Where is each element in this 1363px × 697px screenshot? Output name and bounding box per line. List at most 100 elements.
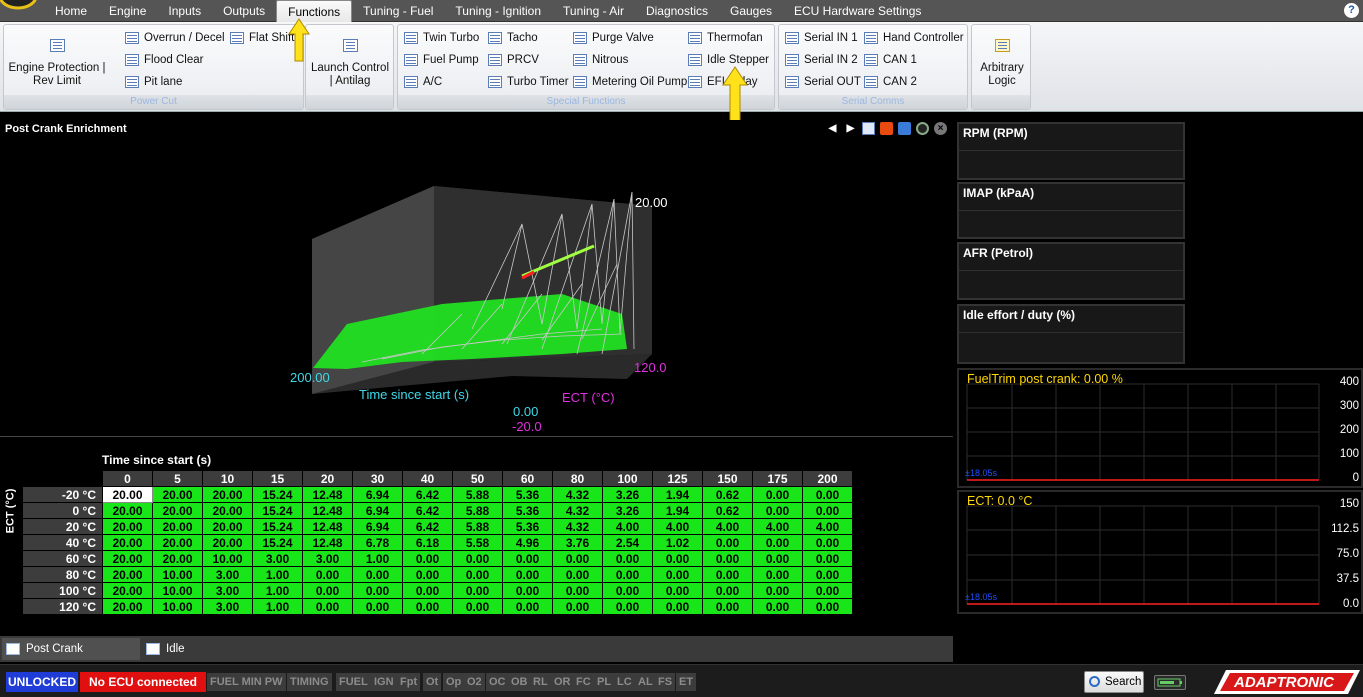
table-cell[interactable]: 20.00 [152, 534, 203, 551]
table-cell[interactable]: 20.00 [152, 502, 203, 519]
table-column-header[interactable]: 60 [502, 470, 553, 487]
table-cell[interactable]: 10.00 [152, 598, 203, 615]
previous-arrow-icon[interactable]: ◀ [826, 122, 839, 135]
table-row-header[interactable]: 40 °C [22, 534, 103, 551]
tab-idle[interactable]: Idle [142, 638, 197, 660]
flood-clear-button[interactable]: Flood Clear [125, 54, 203, 66]
table-cell[interactable]: 0.00 [552, 582, 603, 599]
save-icon[interactable] [898, 122, 911, 135]
table-cell[interactable]: 0.62 [702, 486, 753, 503]
table-cell[interactable]: 0.00 [802, 582, 853, 599]
table-cell[interactable]: 6.78 [352, 534, 403, 551]
table-cell[interactable]: 0.00 [702, 582, 753, 599]
menu-item-diagnostics[interactable]: Diagnostics [635, 0, 719, 22]
table-column-header[interactable]: 10 [202, 470, 253, 487]
table-cell[interactable]: 0.00 [352, 566, 403, 583]
table-cell[interactable]: 0.00 [502, 598, 553, 615]
gauge-afr[interactable]: AFR (Petrol) [957, 242, 1185, 300]
table-cell[interactable]: 0.00 [802, 566, 853, 583]
table-cell[interactable]: 5.88 [452, 502, 503, 519]
table-cell[interactable]: 0.00 [702, 550, 753, 567]
purge-valve-button[interactable]: Purge Valve [573, 32, 654, 44]
next-arrow-icon[interactable]: ▶ [844, 122, 857, 135]
table-cell[interactable]: 0.00 [802, 550, 853, 567]
table-cell[interactable]: 0.00 [752, 566, 803, 583]
table-cell[interactable]: 20.00 [102, 486, 153, 503]
table-cell[interactable]: 6.42 [402, 486, 453, 503]
table-cell[interactable]: 3.00 [202, 566, 253, 583]
can-1-button[interactable]: CAN 1 [864, 54, 917, 66]
table-cell[interactable]: 0.00 [402, 582, 453, 599]
table-row-header[interactable]: 20 °C [22, 518, 103, 535]
table-column-header[interactable]: 100 [602, 470, 653, 487]
menu-item-gauges[interactable]: Gauges [719, 0, 783, 22]
table-cell[interactable]: 3.76 [552, 534, 603, 551]
table-cell[interactable]: 0.00 [402, 566, 453, 583]
table-cell[interactable]: 5.88 [452, 518, 503, 535]
menu-item-tuning-ignition[interactable]: Tuning - Ignition [444, 0, 552, 22]
table-cell[interactable]: 0.00 [752, 502, 803, 519]
thermofan-button[interactable]: Thermofan [688, 32, 763, 44]
table-cell[interactable]: 6.94 [352, 486, 403, 503]
table-row-header[interactable]: 100 °C [22, 582, 103, 599]
prcv-button[interactable]: PRCV [488, 54, 539, 66]
table-cell[interactable]: 3.26 [602, 502, 653, 519]
table-column-header[interactable]: 50 [452, 470, 503, 487]
table-cell[interactable]: 0.00 [302, 598, 353, 615]
menu-item-engine[interactable]: Engine [98, 0, 157, 22]
table-column-header[interactable]: 40 [402, 470, 453, 487]
lock-status-badge[interactable]: UNLOCKED [6, 672, 78, 692]
table-cell[interactable]: 3.26 [602, 486, 653, 503]
table-column-header[interactable]: 150 [702, 470, 753, 487]
table-cell[interactable]: 0.00 [752, 598, 803, 615]
table-cell[interactable]: 0.00 [552, 598, 603, 615]
table-cell[interactable]: 0.00 [752, 534, 803, 551]
table-cell[interactable]: 2.54 [602, 534, 653, 551]
table-cell[interactable]: 3.00 [302, 550, 353, 567]
app-logo-icon[interactable] [0, 0, 40, 14]
table-cell[interactable]: 5.58 [452, 534, 503, 551]
tacho-button[interactable]: Tacho [488, 32, 538, 44]
trend-fueltrim[interactable]: FuelTrim post crank: 0.00 % 400 300 200 … [957, 368, 1363, 488]
table-cell[interactable]: 0.00 [702, 566, 753, 583]
table-cell[interactable]: 20.00 [102, 582, 153, 599]
table-cell[interactable]: 0.00 [502, 582, 553, 599]
table-cell[interactable]: 0.00 [702, 534, 753, 551]
table-cell[interactable]: 20.00 [102, 534, 153, 551]
table-cell[interactable]: 20.00 [102, 598, 153, 615]
table-cell[interactable]: 1.94 [652, 502, 703, 519]
table-cell[interactable]: 4.32 [552, 502, 603, 519]
gauge-icon[interactable] [916, 122, 929, 135]
table-cell[interactable]: 6.42 [402, 502, 453, 519]
table-cell[interactable]: 20.00 [102, 566, 153, 583]
gauge-idle-effort[interactable]: Idle effort / duty (%) [957, 304, 1185, 364]
table-cell[interactable]: 15.24 [252, 486, 303, 503]
serial-in-2-button[interactable]: Serial IN 2 [785, 54, 858, 66]
table-cell[interactable]: 20.00 [102, 518, 153, 535]
fuel-pump-button[interactable]: Fuel Pump [404, 54, 479, 66]
table-cell[interactable]: 20.00 [152, 486, 203, 503]
table-cell[interactable]: 1.94 [652, 486, 703, 503]
gauge-rpm[interactable]: RPM (RPM) [957, 122, 1185, 180]
pit-lane-button[interactable]: Pit lane [125, 76, 182, 88]
table-cell[interactable]: 1.00 [352, 550, 403, 567]
table-cell[interactable]: 0.00 [352, 598, 403, 615]
table-column-header[interactable]: 30 [352, 470, 403, 487]
table-cell[interactable]: 0.00 [802, 598, 853, 615]
trend-ect[interactable]: ECT: 0.0 °C 150 112.5 75.0 37.5 0.0 ±18.… [957, 490, 1363, 614]
table-row-header[interactable]: -20 °C [22, 486, 103, 503]
serial-out-button[interactable]: Serial OUT [785, 76, 861, 88]
table-cell[interactable]: 6.18 [402, 534, 453, 551]
table-cell[interactable]: 0.00 [452, 598, 503, 615]
table-cell[interactable]: 1.02 [652, 534, 703, 551]
table-cell[interactable]: 0.00 [452, 550, 503, 567]
table-cell[interactable]: 0.00 [652, 550, 703, 567]
table-row-header[interactable]: 120 °C [22, 598, 103, 615]
table-cell[interactable]: 0.00 [652, 598, 703, 615]
table-cell[interactable]: 6.94 [352, 502, 403, 519]
table-cell[interactable]: 4.00 [602, 518, 653, 535]
table-cell[interactable]: 0.00 [602, 598, 653, 615]
metering-oil-pump-button[interactable]: Metering Oil Pump [573, 76, 687, 88]
table-cell[interactable]: 0.00 [302, 566, 353, 583]
table-cell[interactable]: 0.00 [452, 566, 503, 583]
